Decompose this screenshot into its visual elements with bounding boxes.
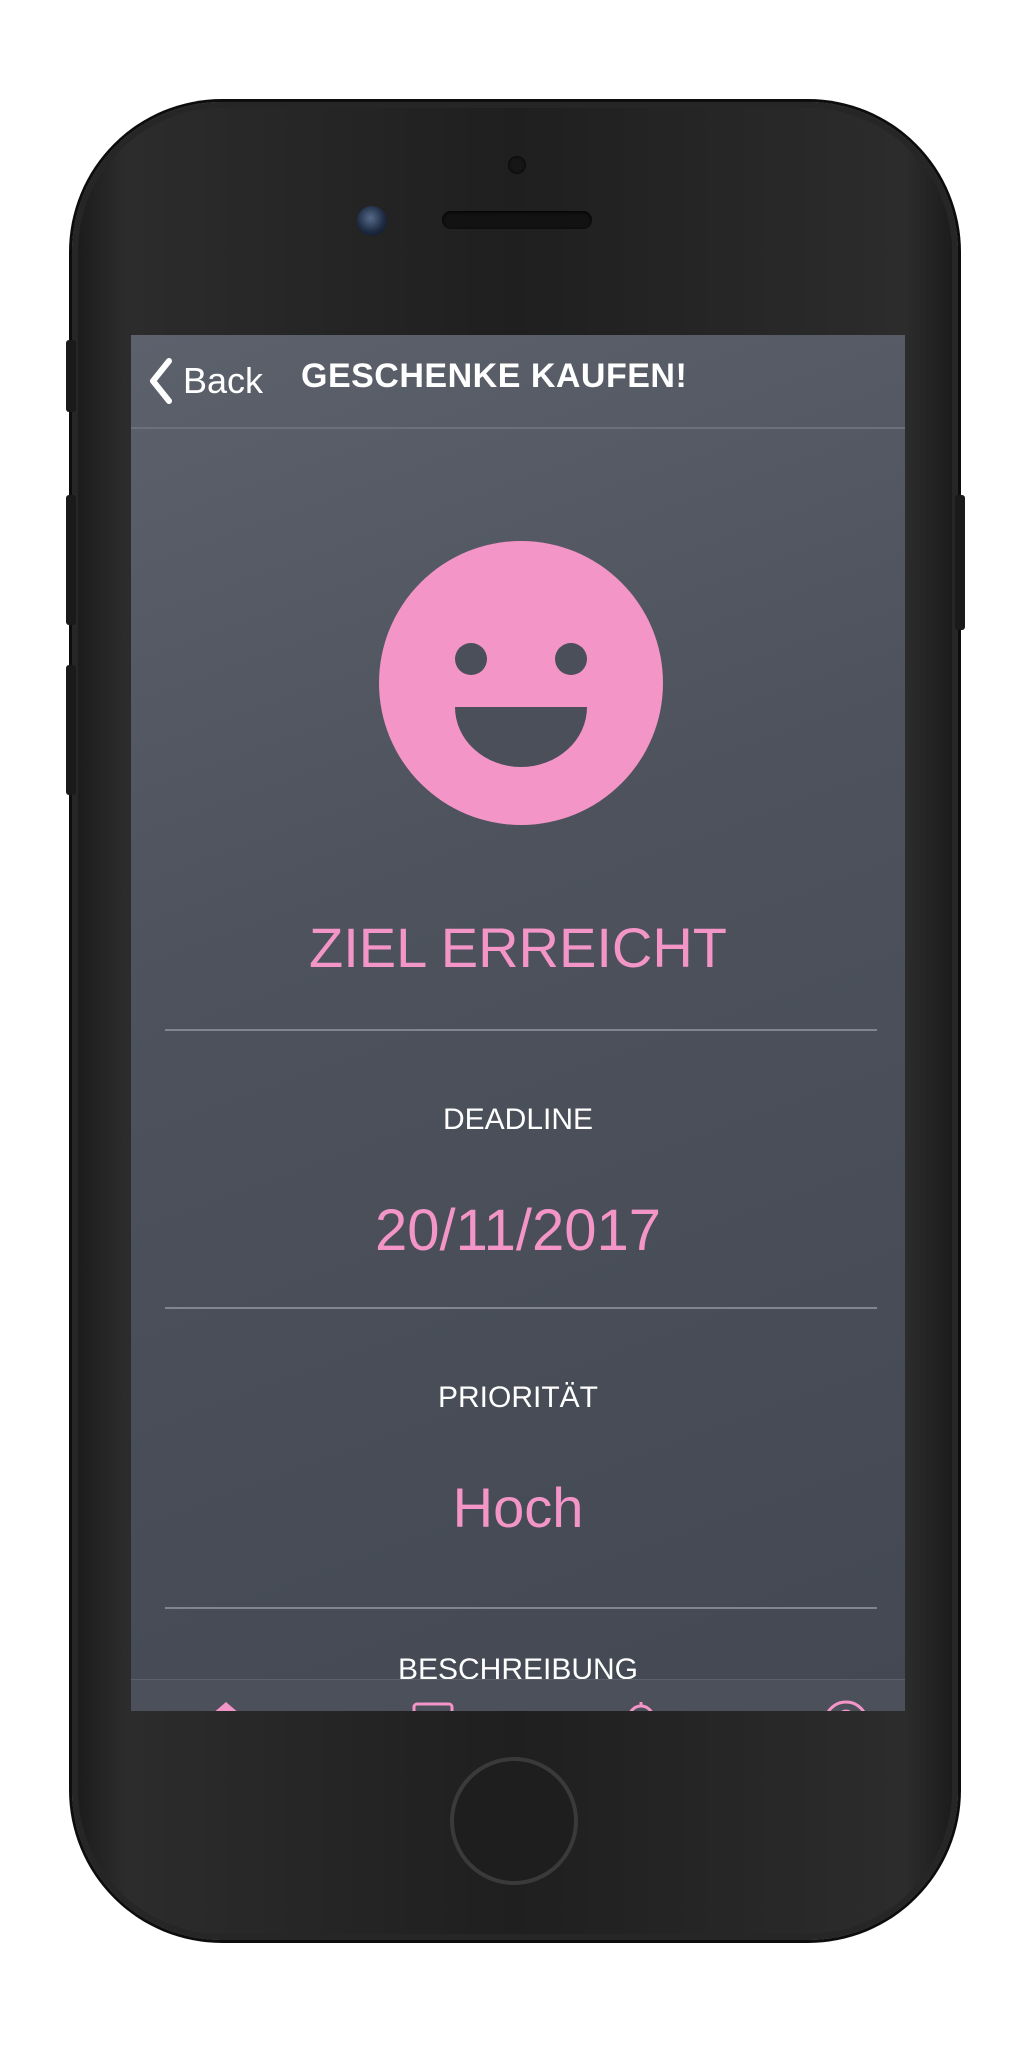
back-button[interactable]: Back <box>147 353 263 409</box>
chevron-left-icon <box>150 358 172 404</box>
tab-bar <box>131 1679 905 1711</box>
deadline-label: DEADLINE <box>442 1103 594 1136</box>
earpiece-speaker <box>442 211 592 229</box>
volume-up-button <box>66 495 76 625</box>
proximity-sensor <box>508 156 526 174</box>
list-icon <box>412 1702 454 1711</box>
tab-profile[interactable] <box>821 1698 871 1711</box>
home-icon <box>215 1702 237 1711</box>
front-camera <box>357 206 387 236</box>
goal-status: ZIEL ERREICHT <box>309 916 727 979</box>
tab-home[interactable] <box>201 1698 251 1711</box>
home-button[interactable] <box>450 1757 578 1885</box>
app-screen: Back GESCHENKE KAUFEN! ZIEL ERREICHT DEA… <box>131 335 905 1711</box>
smiley-icon <box>379 541 663 825</box>
profile-icon <box>826 1700 866 1711</box>
power-button <box>955 495 965 630</box>
divider <box>165 1607 877 1609</box>
tab-list[interactable] <box>408 1698 458 1711</box>
tab-trophy[interactable] <box>616 1698 666 1711</box>
volume-down-button <box>66 665 76 795</box>
back-label: Back <box>183 360 264 401</box>
priority-label: PRIORITÄT <box>437 1381 598 1414</box>
navigation-bar: Back GESCHENKE KAUFEN! <box>131 335 905 429</box>
divider <box>165 1307 877 1309</box>
divider <box>165 1029 877 1031</box>
priority-value: Hoch <box>452 1476 584 1539</box>
deadline-value: 20/11/2017 <box>375 1198 661 1263</box>
page-title: GESCHENKE KAUFEN! <box>301 357 688 395</box>
mute-switch <box>66 340 76 412</box>
trophy-icon <box>629 1702 653 1711</box>
